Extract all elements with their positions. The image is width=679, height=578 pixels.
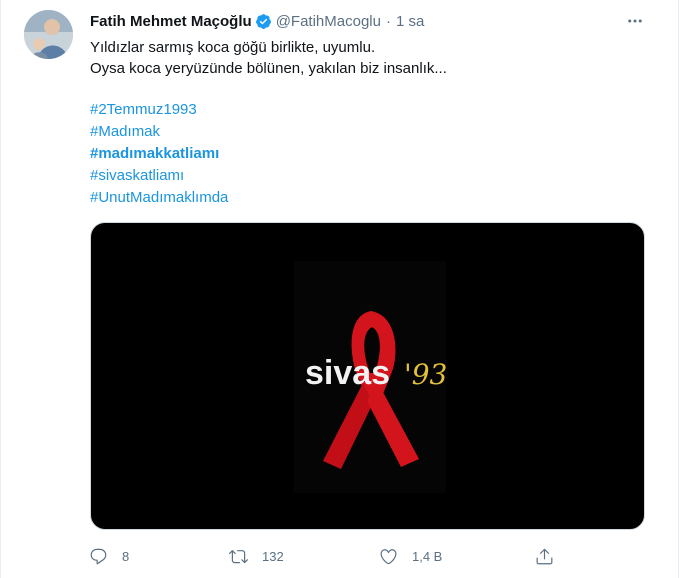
author-handle[interactable]: @FatihMacoglu	[276, 13, 381, 30]
logo-text-main: sivas	[305, 354, 390, 392]
hashtag-link[interactable]: #UnutMadımaklımda	[90, 187, 228, 209]
like-button[interactable]: 1,4 B	[379, 542, 442, 570]
separator-dot: ·	[385, 12, 391, 30]
tweet[interactable]: Fatih Mehmet Maçoğlu @FatihMacoglu · 1 s…	[0, 0, 679, 578]
share-icon	[536, 548, 553, 564]
author-name[interactable]: Fatih Mehmet Maçoğlu	[90, 13, 252, 30]
tweet-text: Yıldızlar sarmış koca göğü birlikte, uyu…	[90, 37, 650, 79]
hashtag-list: #2Temmuz1993 #Madımak #madımakkatliamı #…	[90, 99, 228, 209]
reply-count: 8	[122, 548, 130, 564]
tweet-header: Fatih Mehmet Maçoğlu @FatihMacoglu · 1 s…	[90, 11, 424, 31]
hashtag-link[interactable]: #Madımak	[90, 121, 228, 143]
logo-text-year: '93	[404, 358, 447, 391]
like-count: 1,4 B	[412, 548, 443, 564]
retweet-button[interactable]: 132	[229, 542, 284, 570]
avatar[interactable]	[24, 10, 73, 59]
verified-badge-icon	[255, 13, 272, 30]
more-options-button[interactable]	[623, 9, 647, 33]
tweet-text-line: Oysa koca yeryüzünde bölünen, yakılan bi…	[90, 60, 447, 77]
share-button[interactable]	[535, 542, 554, 570]
hashtag-link[interactable]: #sivaskatliamı	[90, 165, 228, 187]
reply-icon	[90, 548, 107, 564]
tweet-media-image[interactable]: sivas '93	[90, 222, 645, 530]
hashtag-link[interactable]: #2Temmuz1993	[90, 99, 228, 121]
avatar-photo	[24, 10, 73, 59]
tweet-text-line: Yıldızlar sarmış koca göğü birlikte, uyu…	[90, 39, 376, 56]
retweet-count: 132	[262, 548, 284, 564]
more-icon	[628, 19, 642, 23]
tweet-actions: 8 132 1,4 B	[86, 542, 566, 570]
retweet-icon	[229, 549, 248, 563]
heart-icon	[380, 548, 397, 564]
reply-button[interactable]: 8	[89, 542, 129, 570]
tweet-timestamp[interactable]: 1 sa	[396, 13, 424, 30]
hashtag-link[interactable]: #madımakkatliamı	[90, 143, 228, 165]
sivas-93-logo-image: sivas '93	[305, 311, 447, 469]
